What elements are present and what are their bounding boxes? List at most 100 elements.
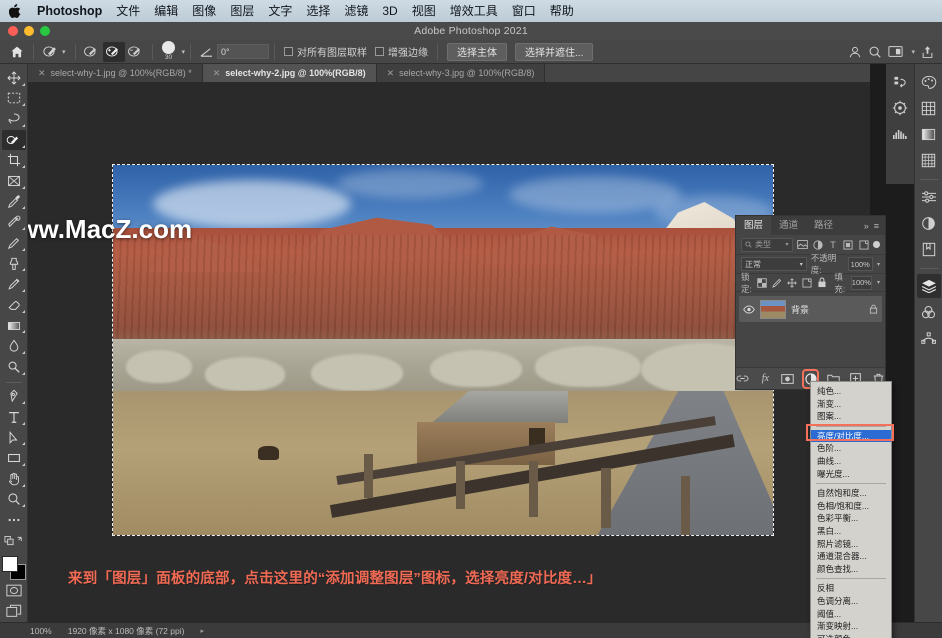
lock-all-icon[interactable]	[817, 277, 827, 289]
document-tab-1[interactable]: ✕ select-why-1.jpg @ 100%(RGB/8) *	[28, 64, 203, 82]
layer-style-fx-icon[interactable]: fx	[759, 371, 773, 387]
home-icon[interactable]	[6, 42, 28, 62]
mac-menu-item-help[interactable]: 帮助	[543, 0, 581, 22]
swatches-panel-icon[interactable]	[917, 96, 941, 120]
histogram-icon[interactable]	[888, 122, 912, 146]
foreground-background-swatches[interactable]	[1, 555, 27, 580]
close-icon[interactable]: ✕	[213, 68, 221, 79]
close-icon[interactable]: ✕	[38, 68, 46, 79]
tab-layers[interactable]: 图层	[736, 216, 772, 235]
hand-tool-icon[interactable]	[2, 469, 26, 489]
crop-tool-icon[interactable]	[2, 151, 26, 171]
history-panel-icon[interactable]	[888, 70, 912, 94]
quick-selection-tool-icon[interactable]	[1, 129, 26, 150]
eraser-tool-icon[interactable]	[2, 295, 26, 315]
workspace-icon[interactable]	[888, 45, 904, 58]
lock-artboard-icon[interactable]	[802, 277, 812, 289]
select-subject-button[interactable]: 选择主体	[447, 42, 508, 61]
menu-item-hue-saturation[interactable]: 色相/饱和度...	[811, 500, 891, 513]
edit-toolbar-icon[interactable]	[2, 510, 26, 530]
menu-item-curves[interactable]: 曲线...	[811, 455, 891, 468]
blur-tool-icon[interactable]	[2, 336, 26, 356]
mac-menu-item-plugins[interactable]: 增效工具	[443, 0, 505, 22]
lock-icon[interactable]	[869, 304, 878, 314]
eyedropper-tool-icon[interactable]	[2, 192, 26, 212]
menu-item-channel-mixer[interactable]: 通道混合器...	[811, 550, 891, 563]
mac-menu-item-view[interactable]: 视图	[405, 0, 443, 22]
user-account-icon[interactable]	[848, 45, 862, 59]
quick-mask-icon[interactable]	[2, 581, 26, 601]
filter-toggle-icon[interactable]	[873, 241, 880, 248]
apple-logo-icon[interactable]	[8, 3, 22, 19]
chevron-down-icon[interactable]: ▾	[911, 48, 915, 56]
layer-filter-select[interactable]: 类型 ▾	[741, 237, 793, 252]
chevron-down-icon[interactable]: ▾	[786, 241, 789, 248]
menu-item-photo-filter[interactable]: 照片滤镜...	[811, 538, 891, 551]
chevron-double-right-icon[interactable]: »	[864, 221, 869, 231]
selection-new-icon[interactable]	[81, 42, 103, 62]
selection-add-icon[interactable]	[102, 41, 125, 62]
tab-paths[interactable]: 路径	[806, 216, 841, 235]
paths-panel-icon[interactable]	[917, 326, 941, 350]
adjustments-panel-icon[interactable]	[917, 185, 941, 209]
move-tool-icon[interactable]	[2, 68, 26, 88]
mac-menu-item-image[interactable]: 图像	[185, 0, 223, 22]
fill-input[interactable]: 100%	[850, 275, 872, 290]
frame-tool-icon[interactable]	[2, 171, 26, 191]
mac-menu-item-layer[interactable]: 图层	[223, 0, 261, 22]
menu-item-selective-color[interactable]: 可选颜色...	[811, 633, 891, 638]
brush-tool-icon[interactable]	[2, 233, 26, 253]
adjustment-filter-icon[interactable]	[812, 239, 823, 251]
libraries-panel-icon[interactable]	[917, 237, 941, 261]
sample-all-layers-checkbox[interactable]: 对所有图层取样	[280, 42, 371, 62]
menu-item-black-white[interactable]: 黑白...	[811, 525, 891, 538]
mac-menu-item-filter[interactable]: 滤镜	[337, 0, 375, 22]
screen-mode-icon[interactable]	[2, 601, 26, 621]
menu-item-pattern[interactable]: 图案...	[811, 410, 891, 423]
document-tab-3[interactable]: ✕ select-why-3.jpg @ 100%(RGB/8)	[376, 64, 546, 82]
tool-preset-picker[interactable]: ▾	[39, 42, 70, 62]
chevron-down-icon[interactable]: ▾	[62, 48, 66, 56]
chevron-down-icon[interactable]: ▾	[877, 279, 880, 286]
search-icon[interactable]	[868, 45, 882, 59]
menu-item-threshold[interactable]: 阈值...	[811, 608, 891, 621]
chevron-down-icon[interactable]: ▾	[800, 261, 803, 268]
lock-image-icon[interactable]	[772, 277, 782, 289]
mac-menu-item-window[interactable]: 窗口	[505, 0, 543, 22]
pixel-filter-icon[interactable]	[796, 239, 808, 251]
gradients-panel-icon[interactable]	[917, 122, 941, 146]
type-tool-icon[interactable]	[2, 407, 26, 427]
panel-menu-icon[interactable]: ≡	[874, 221, 879, 231]
close-icon[interactable]: ✕	[387, 68, 395, 79]
foreground-color-swatch[interactable]	[1, 555, 18, 572]
zoom-tool-icon[interactable]	[2, 490, 26, 510]
marquee-tool-icon[interactable]	[2, 89, 26, 109]
chevron-down-icon[interactable]: ▾	[877, 261, 880, 268]
path-selection-tool-icon[interactable]	[2, 428, 26, 448]
menu-item-invert[interactable]: 反相	[811, 582, 891, 595]
add-layer-mask-icon[interactable]	[781, 371, 795, 387]
zoom-level[interactable]: 100%	[30, 626, 52, 636]
link-layers-icon[interactable]	[736, 371, 750, 387]
add-adjustment-layer-menu[interactable]: 纯色... 渐变... 图案... 亮度/对比度... 色阶... 曲线... …	[810, 381, 892, 638]
menu-item-vibrance[interactable]: 自然饱和度...	[811, 487, 891, 500]
smartobject-filter-icon[interactable]	[858, 239, 869, 251]
history-brush-tool-icon[interactable]	[2, 274, 26, 294]
styles-panel-icon[interactable]	[917, 211, 941, 235]
lock-position-icon[interactable]	[787, 277, 797, 289]
layer-row[interactable]: 背景	[739, 296, 882, 322]
menu-item-solid-color[interactable]: 纯色...	[811, 385, 891, 398]
channels-panel-icon[interactable]	[917, 300, 941, 324]
pen-tool-icon[interactable]	[2, 386, 26, 406]
mac-menu-item-edit[interactable]: 编辑	[147, 0, 185, 22]
share-icon[interactable]	[921, 45, 934, 59]
menu-item-color-lookup[interactable]: 颜色查找...	[811, 563, 891, 576]
patterns-panel-icon[interactable]	[917, 148, 941, 172]
brush-size-preview[interactable]: 30	[158, 40, 180, 63]
mac-menu-item-type[interactable]: 文字	[261, 0, 299, 22]
menu-item-gradient-map[interactable]: 渐变映射...	[811, 620, 891, 633]
menu-item-brightness-contrast[interactable]: 亮度/对比度...	[811, 429, 891, 443]
layers-panel-icon[interactable]	[916, 274, 941, 298]
menu-item-color-balance[interactable]: 色彩平衡...	[811, 512, 891, 525]
mac-menu-item-file[interactable]: 文件	[109, 0, 147, 22]
